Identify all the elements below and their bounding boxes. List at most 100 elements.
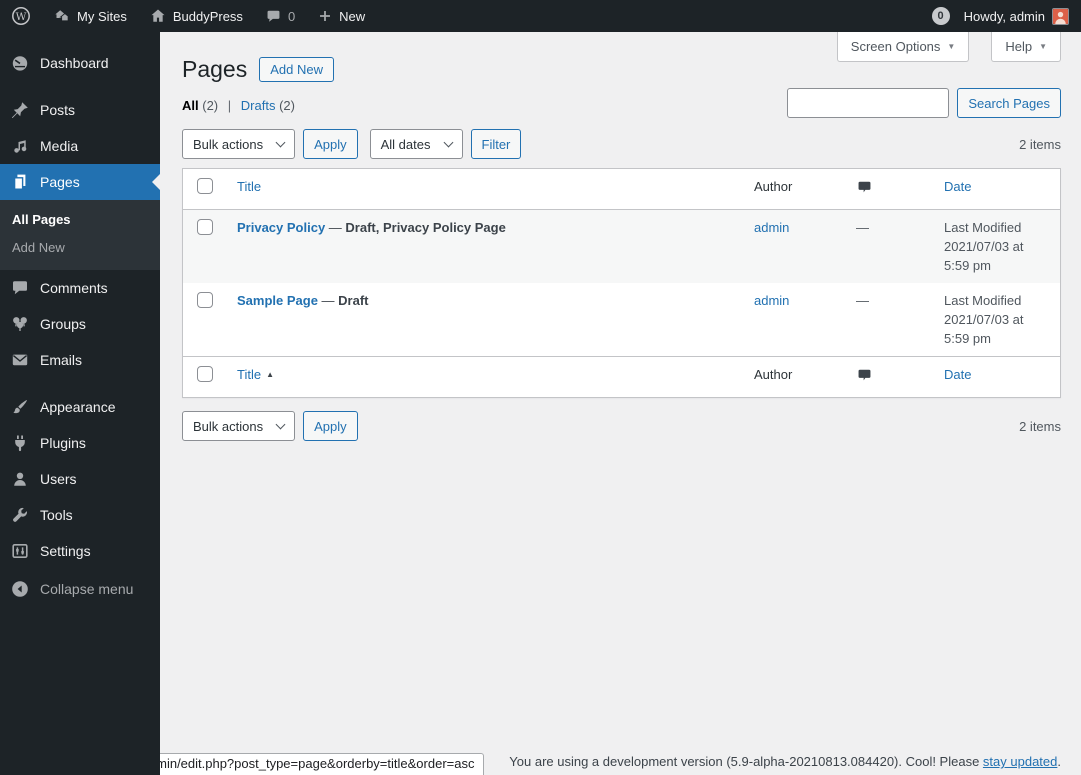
sidebar-item-plugins[interactable]: Plugins	[0, 425, 160, 461]
groups-icon	[10, 314, 30, 334]
stay-updated-link[interactable]: stay updated	[983, 754, 1057, 769]
table-header-row: Title Author Date	[183, 169, 1060, 210]
screen-options-button[interactable]: Screen Options ▼	[837, 32, 970, 62]
wrench-icon	[10, 505, 30, 525]
select-all-checkbox[interactable]	[197, 366, 213, 382]
sidebar-item-emails[interactable]: Emails	[0, 342, 160, 378]
sidebar-item-label: Settings	[40, 542, 91, 560]
collapse-menu-button[interactable]: Collapse menu	[0, 571, 160, 607]
title-state-separator: —	[318, 293, 338, 308]
caret-down-icon: ▼	[1039, 42, 1047, 51]
apply-button[interactable]: Apply	[303, 129, 358, 159]
bulk-actions-select[interactable]: Bulk actions	[182, 411, 295, 441]
row-checkbox-cell	[183, 210, 227, 243]
bulk-actions-label: Bulk actions	[193, 419, 263, 434]
sidebar-item-groups[interactable]: Groups	[0, 306, 160, 342]
sidebar-item-label: Users	[40, 470, 77, 488]
row-checkbox[interactable]	[197, 219, 213, 235]
author-link[interactable]: admin	[754, 220, 789, 235]
chevron-down-icon	[443, 137, 453, 147]
table-nav-top: Bulk actions Apply All dates Filter 2 it…	[182, 129, 1061, 159]
sort-ascending-icon: ▲	[266, 370, 274, 379]
search-input[interactable]	[787, 88, 949, 118]
sort-by-date-link[interactable]: Date	[944, 367, 971, 382]
sidebar-item-label: Comments	[40, 279, 108, 297]
sidebar-item-pages[interactable]: Pages	[0, 164, 160, 200]
submenu-item-all-pages[interactable]: All Pages	[0, 206, 160, 234]
footer-version-suffix: .	[1057, 754, 1061, 769]
admin-bar-right: 0 Howdy, admin	[932, 0, 1081, 32]
comments-column-icon	[856, 179, 873, 196]
plug-icon	[10, 433, 30, 453]
search-box: Search Pages	[787, 88, 1061, 118]
sidebar-item-settings[interactable]: Settings	[0, 533, 160, 569]
sidebar-item-label: Groups	[40, 315, 86, 333]
pages-icon	[10, 172, 30, 192]
filter-button[interactable]: Filter	[471, 129, 522, 159]
footer-column-title: Title ▲	[227, 357, 744, 392]
multisite-icon	[53, 7, 71, 25]
filter-drafts-link[interactable]: Drafts	[241, 98, 276, 113]
howdy-account-menu[interactable]: Howdy, admin	[964, 9, 1045, 24]
brush-icon	[10, 397, 30, 417]
page-title-link[interactable]: Sample Page	[237, 293, 318, 308]
sidebar-item-media[interactable]: Media	[0, 128, 160, 164]
search-pages-button[interactable]: Search Pages	[957, 88, 1061, 118]
sidebar-item-dashboard[interactable]: Dashboard	[0, 45, 160, 81]
envelope-icon	[10, 350, 30, 370]
add-new-button[interactable]: Add New	[259, 57, 334, 82]
admin-bar: W My Sites BuddyPress 0 New	[0, 0, 1081, 32]
table-row: Privacy Policy — Draft, Privacy Policy P…	[183, 210, 1060, 283]
sidebar-item-comments[interactable]: Comments	[0, 270, 160, 306]
user-avatar[interactable]	[1052, 8, 1069, 25]
sidebar-item-label: Tools	[40, 506, 73, 524]
sidebar-item-appearance[interactable]: Appearance	[0, 389, 160, 425]
row-checkbox-cell	[183, 283, 227, 316]
filter-all-count: (2)	[202, 98, 218, 113]
post-state: Draft	[338, 293, 368, 308]
filter-separator: |	[228, 98, 231, 113]
row-comments-cell: —	[846, 210, 934, 245]
row-author-cell: admin	[744, 283, 846, 318]
column-header-comments	[846, 169, 934, 209]
select-all-checkbox[interactable]	[197, 178, 213, 194]
all-dates-select[interactable]: All dates	[370, 129, 463, 159]
sidebar-item-posts[interactable]: Posts	[0, 92, 160, 128]
site-menu[interactable]: BuddyPress	[138, 0, 254, 32]
wordpress-logo-menu[interactable]: W	[0, 0, 42, 32]
svg-text:W: W	[16, 11, 27, 23]
new-content-menu[interactable]: New	[306, 0, 376, 32]
sort-by-title-link[interactable]: Title	[237, 367, 261, 382]
my-sites-menu[interactable]: My Sites	[42, 0, 138, 32]
admin-bar-comments[interactable]: 0	[254, 0, 306, 32]
pin-icon	[10, 100, 30, 120]
items-count: 2 items	[1019, 419, 1061, 434]
help-button[interactable]: Help ▼	[991, 32, 1061, 62]
author-link[interactable]: admin	[754, 293, 789, 308]
apply-button[interactable]: Apply	[303, 411, 358, 441]
sidebar-item-tools[interactable]: Tools	[0, 497, 160, 533]
sort-by-title-link[interactable]: Title	[237, 179, 261, 194]
user-icon	[10, 469, 30, 489]
column-header-date: Date	[934, 169, 1060, 204]
wordpress-admin-pages-screen: W My Sites BuddyPress 0 New	[0, 0, 1081, 775]
update-count-badge[interactable]: 0	[932, 7, 950, 25]
sort-by-date-link[interactable]: Date	[944, 179, 971, 194]
sidebar-item-label: Dashboard	[40, 54, 109, 72]
filter-all-link[interactable]: All	[182, 98, 199, 113]
status-filter-links: All (2) | Drafts (2)	[182, 98, 295, 119]
sidebar-item-users[interactable]: Users	[0, 461, 160, 497]
row-checkbox[interactable]	[197, 292, 213, 308]
sidebar-item-label: Appearance	[40, 398, 116, 416]
row-comments-cell: —	[846, 283, 934, 318]
submenu-item-add-new[interactable]: Add New	[0, 234, 160, 262]
caret-down-icon: ▼	[947, 42, 955, 51]
page-title-link[interactable]: Privacy Policy	[237, 220, 325, 235]
footer-column-comments	[846, 357, 934, 397]
title-state-separator: —	[325, 220, 345, 235]
footer-version-text: You are using a development version (5.9…	[509, 754, 1061, 769]
row-date-cell: Last Modified 2021/07/03 at 5:59 pm	[934, 210, 1060, 283]
row-date-cell: Last Modified 2021/07/03 at 5:59 pm	[934, 283, 1060, 356]
bulk-actions-select[interactable]: Bulk actions	[182, 129, 295, 159]
screen-options-label: Screen Options	[851, 39, 941, 54]
